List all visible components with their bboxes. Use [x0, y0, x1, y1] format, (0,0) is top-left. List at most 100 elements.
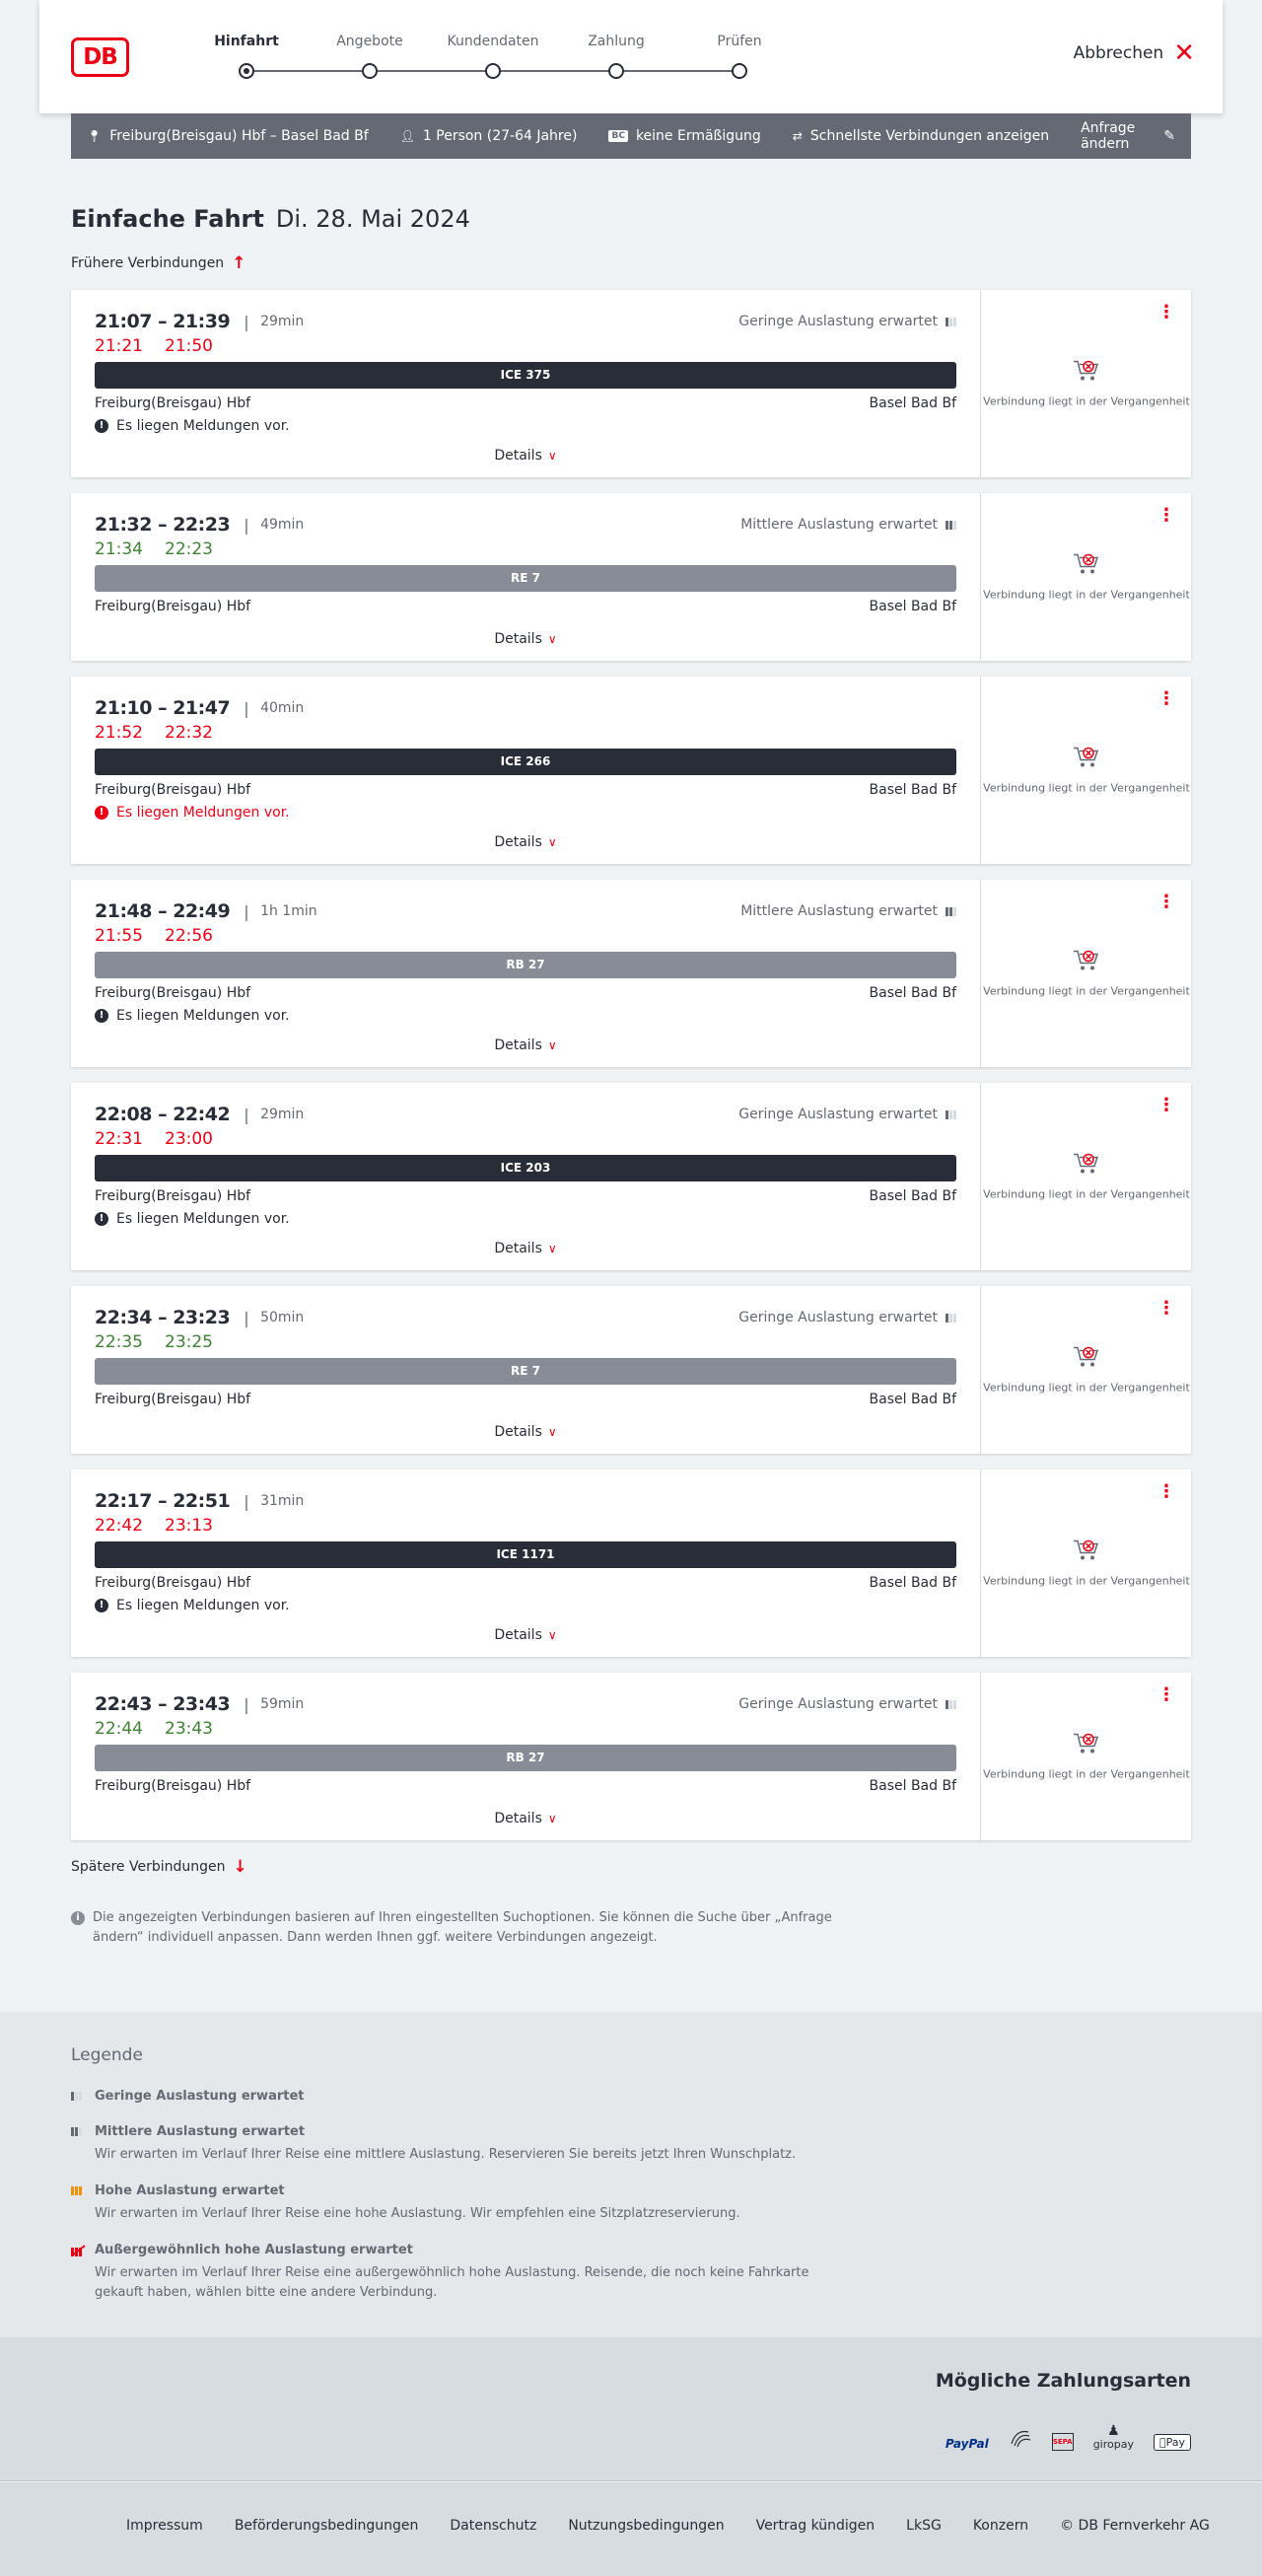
details-toggle[interactable]: Details ∨	[95, 1811, 956, 1826]
origin-station: Freiburg(Breisgau) Hbf	[95, 782, 251, 798]
later-label: Spätere Verbindungen	[71, 1859, 226, 1875]
cart-message: Verbindung liegt in der Vergangenheit	[983, 1381, 1190, 1395]
load-bar	[71, 2127, 74, 2136]
train-bar[interactable]: ICE 203	[95, 1155, 956, 1181]
load-bar	[946, 1699, 948, 1709]
load-bar	[75, 2186, 78, 2195]
load-bar	[79, 2186, 82, 2195]
more-options-icon[interactable]: ⋮	[1157, 304, 1175, 322]
more-options-icon[interactable]: ⋮	[1157, 894, 1175, 911]
cancel-button[interactable]: Abbrechen ✕	[1074, 40, 1195, 66]
step-dot	[608, 63, 624, 79]
more-options-icon[interactable]: ⋮	[1157, 1300, 1175, 1318]
details-label: Details	[494, 1038, 542, 1053]
details-toggle[interactable]: Details ∨	[95, 834, 956, 850]
page-footer: Impressum Beförderungsbedingungen Datensch…	[0, 2482, 1262, 2576]
occupancy-icon	[946, 1313, 956, 1323]
footer-link[interactable]: Konzern	[973, 2518, 1028, 2534]
booking-stepper: Hinfahrt Angebote Kundendaten Zahlung Pr…	[177, 0, 762, 113]
occupancy-icon	[71, 2092, 87, 2101]
details-toggle[interactable]: Details ∨	[95, 631, 956, 647]
notice-text: Es liegen Meldungen vor.	[116, 1598, 290, 1613]
search-info-note: i Die angezeigten Verbindungen basieren a…	[71, 1908, 840, 1948]
occupancy-icon	[71, 2127, 87, 2136]
realtime-arrival: 22:23	[165, 539, 213, 559]
booking-panel: ⋮ Verbindung liegt in der Vergangenheit	[980, 493, 1191, 661]
booking-panel: ⋮ Verbindung liegt in der Vergangenheit	[980, 1083, 1191, 1270]
train-bar[interactable]: ICE 1171	[95, 1541, 956, 1568]
connection-main: 21:10 – 21:47 | 40min 21:52 22:32 ICE 266 Frei…	[95, 677, 956, 864]
legend-item-title: Hohe Auslastung erwartet	[71, 2183, 860, 2198]
legend-item-title: Außergewöhnlich hohe Auslastung erwartet	[71, 2243, 860, 2257]
giropay-icon: ♟ giropay	[1093, 2424, 1134, 2451]
notice-message[interactable]: ! Es liegen Meldungen vor.	[95, 1008, 290, 1024]
chevron-down-icon: ∨	[547, 1242, 557, 1255]
more-options-icon[interactable]: ⋮	[1157, 1097, 1175, 1114]
more-options-icon[interactable]: ⋮	[1157, 1483, 1175, 1501]
more-options-icon[interactable]: ⋮	[1157, 690, 1175, 708]
train-bar[interactable]: ICE 266	[95, 749, 956, 775]
connection-card: 21:32 – 22:23 | 49min 21:34 22:23 Mittlere Au…	[71, 493, 1191, 661]
legend-item: Mittlere Auslastung erwartet Wir erwarten…	[71, 2124, 860, 2165]
search-summary-bar: 📍︎ Freiburg(Breisgau) Hbf – Basel Bad Bf …	[71, 113, 1191, 159]
cart-status: Verbindung liegt in der Vergangenheit	[981, 1732, 1192, 1782]
db-logo[interactable]: DB	[71, 37, 129, 77]
legend-item-title: Geringe Auslastung erwartet	[71, 2089, 860, 2104]
load-bar	[953, 1699, 956, 1709]
footer-link[interactable]: © DB Fernverkehr AG	[1060, 2518, 1210, 2534]
cart-status: Verbindung liegt in der Vergangenheit	[981, 746, 1192, 796]
train-name: RB 27	[506, 1751, 545, 1764]
realtime-departure: 21:55	[95, 926, 143, 946]
change-request-button[interactable]: Anfrage ändern ✎	[1081, 120, 1175, 152]
separator: |	[244, 1105, 249, 1124]
footer-link[interactable]: Datenschutz	[450, 2518, 536, 2534]
footer-links: Impressum Beförderungsbedingungen Datensch…	[126, 2518, 1210, 2534]
notice-message[interactable]: ! Es liegen Meldungen vor.	[95, 1211, 290, 1227]
more-options-icon[interactable]: ⋮	[1157, 507, 1175, 525]
separator: |	[244, 1694, 249, 1714]
load-bar	[79, 2127, 82, 2136]
footer-link[interactable]: Vertrag kündigen	[756, 2518, 876, 2534]
notice-message[interactable]: ! Es liegen Meldungen vor.	[95, 805, 290, 821]
more-options-icon[interactable]: ⋮	[1157, 1686, 1175, 1704]
realtime-arrival: 23:13	[165, 1516, 213, 1536]
passenger-summary: 👤︎ 1 Person (27-64 Jahre)	[400, 128, 578, 144]
step-label: Kundendaten	[447, 34, 539, 49]
occupancy-icon	[71, 2186, 87, 2195]
cart-unavailable-icon	[1072, 949, 1101, 972]
cart-unavailable-icon	[1072, 1152, 1101, 1176]
origin-station: Freiburg(Breisgau) Hbf	[95, 1392, 251, 1407]
legend-item-label: Geringe Auslastung erwartet	[95, 2089, 305, 2104]
notice-message[interactable]: ! Es liegen Meldungen vor.	[95, 1598, 290, 1613]
details-toggle[interactable]: Details ∨	[95, 1038, 956, 1053]
details-toggle[interactable]: Details ∨	[95, 1241, 956, 1256]
footer-link[interactable]: Beförderungsbedingungen	[235, 2518, 419, 2534]
time-range: 21:32 – 22:23	[95, 514, 231, 536]
notice-message[interactable]: ! Es liegen Meldungen vor.	[95, 418, 290, 434]
train-bar[interactable]: RB 27	[95, 1745, 956, 1771]
train-bar[interactable]: ICE 375	[95, 362, 956, 389]
details-toggle[interactable]: Details ∨	[95, 1627, 956, 1643]
scheduled-times: 21:48 – 22:49 | 1h 1min	[95, 900, 317, 922]
chevron-down-icon: ∨	[547, 1038, 557, 1052]
load-bar	[949, 520, 952, 530]
later-connections-link[interactable]: Spätere Verbindungen ↓	[71, 1857, 247, 1877]
load-bar	[75, 2127, 78, 2136]
scheduled-times: 21:32 – 22:23 | 49min	[95, 514, 304, 536]
load-bar	[79, 2092, 82, 2101]
load-bar	[953, 906, 956, 916]
footer-link[interactable]: LkSG	[906, 2518, 942, 2534]
train-bar[interactable]: RB 27	[95, 952, 956, 978]
details-toggle[interactable]: Details ∨	[95, 1424, 956, 1440]
footer-link[interactable]: Nutzungsbedingungen	[568, 2518, 724, 2534]
earlier-connections-link[interactable]: Frühere Verbindungen ↑	[71, 253, 245, 273]
realtime-times: 21:55 22:56	[95, 926, 235, 946]
train-bar[interactable]: RE 7	[95, 565, 956, 592]
payment-title: Mögliche Zahlungsarten	[935, 2370, 1191, 2392]
details-toggle[interactable]: Details ∨	[95, 448, 956, 464]
train-bar[interactable]: RE 7	[95, 1358, 956, 1385]
destination-station: Basel Bad Bf	[869, 1392, 956, 1407]
footer-link[interactable]: Impressum	[126, 2518, 203, 2534]
location-pin-icon: 📍︎	[87, 129, 103, 143]
chevron-down-icon: ∨	[547, 1425, 557, 1439]
